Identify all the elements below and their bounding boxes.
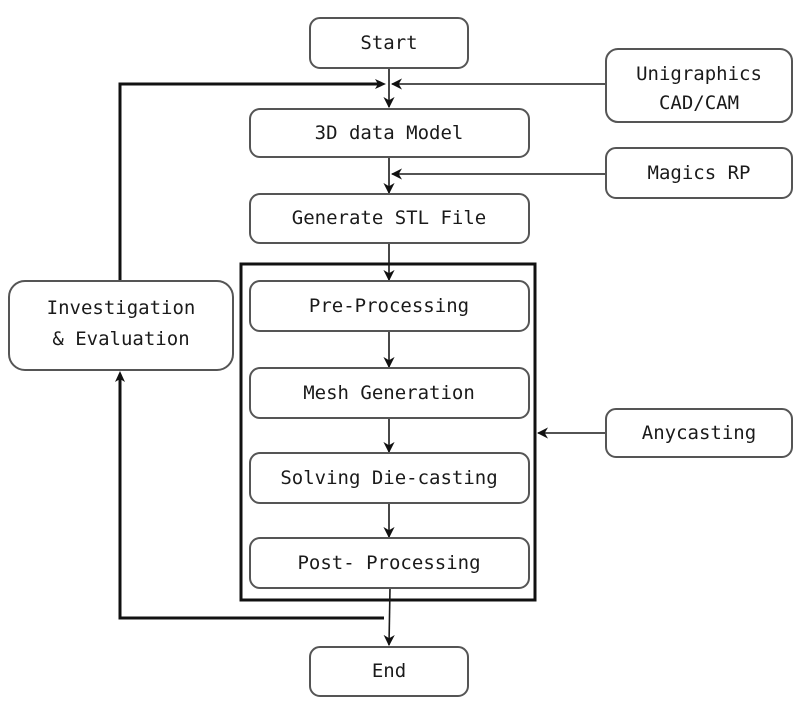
node-start-label: Start [360,32,417,54]
node-unigraphics-line2: CAD/CAM [659,92,739,114]
node-investigation-line1: Investigation [47,297,196,319]
node-pre-processing[interactable]: Pre-Processing [249,280,530,332]
node-pre-processing-label: Pre-Processing [309,295,469,317]
node-end-label: End [372,660,406,682]
node-anycasting-label: Anycasting [642,422,756,444]
flowchart: Start 3D data Model Generate STL File Pr… [8,17,793,697]
node-magics-rp-label: Magics RP [648,162,751,184]
node-generate-stl[interactable]: Generate STL File [249,193,530,244]
node-investigation-evaluation[interactable]: Investigation & Evaluation [8,280,234,371]
node-3d-data-model[interactable]: 3D data Model [249,108,530,158]
node-mesh-generation[interactable]: Mesh Generation [249,367,530,419]
edge-post-to-end [383,587,395,647]
node-mesh-generation-label: Mesh Generation [303,382,475,404]
node-solving-die-casting[interactable]: Solving Die-casting [249,452,530,504]
node-post-processing-label: Post- Processing [297,552,480,574]
node-end[interactable]: End [309,646,469,697]
node-post-processing[interactable]: Post- Processing [249,537,530,589]
node-magics-rp[interactable]: Magics RP [605,147,793,199]
node-solving-die-casting-label: Solving Die-casting [280,467,497,489]
node-unigraphics[interactable]: Unigraphics CAD/CAM [605,48,793,123]
node-investigation-line2: & Evaluation [52,328,189,350]
node-start[interactable]: Start [309,17,469,69]
node-unigraphics-line1: Unigraphics [636,63,762,85]
node-anycasting[interactable]: Anycasting [605,408,793,458]
node-generate-stl-label: Generate STL File [292,207,486,229]
node-3d-data-model-label: 3D data Model [315,122,464,144]
